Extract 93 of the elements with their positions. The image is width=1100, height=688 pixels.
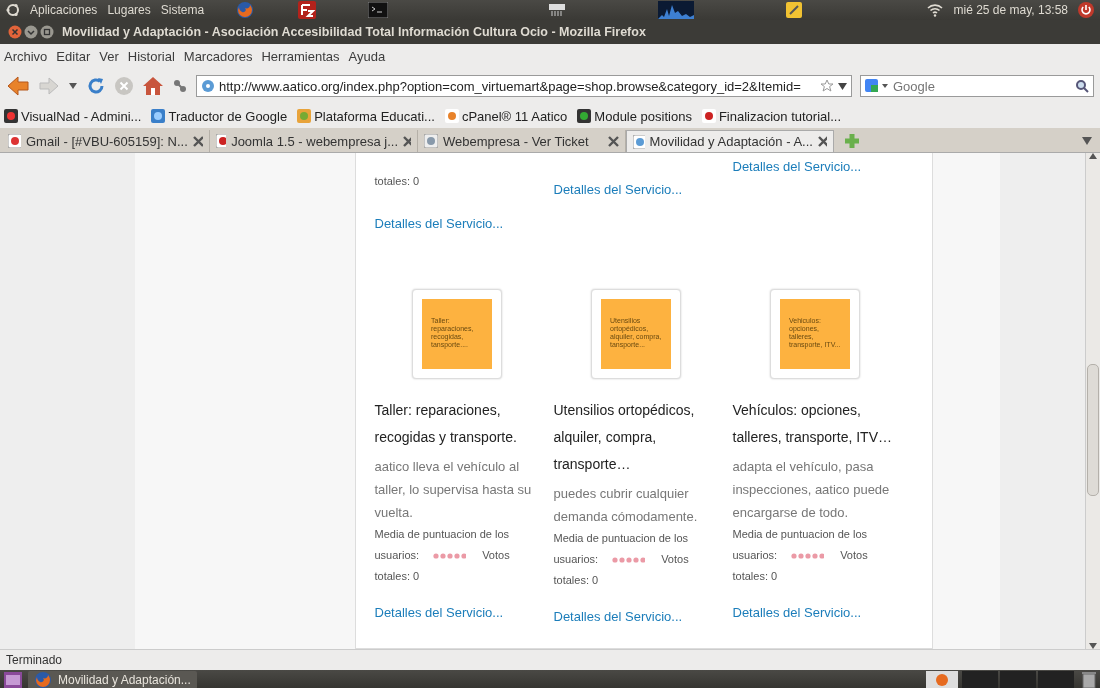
product-title: Utensilios ortopédicos, alquiler, compra, transporte… [553,401,696,474]
maximize-icon[interactable] [40,25,54,39]
votes-total: totales: 0 [732,569,778,584]
bookmark-favicon-icon [4,109,18,123]
votes-total: totales: 0 [374,174,420,189]
bookmark[interactable]: Finalizacion tutorial... [701,108,842,124]
rating-label: usuarios: [374,548,420,563]
reload-icon[interactable] [86,76,106,96]
search-box[interactable]: Google [860,75,1094,97]
rating-label: Media de puntuacion de los [553,531,689,546]
menu-item[interactable]: Archivo [4,48,48,64]
tab-favicon-icon [633,134,645,149]
system-monitor-icon[interactable] [658,1,695,19]
terminal-launcher-icon[interactable] [368,2,389,18]
dropdown-icon[interactable] [838,82,847,90]
product-description: adapta el vehículo, pasa inspecciones, aatico puede encargarse de todo. [732,458,891,522]
search-icon[interactable] [1075,79,1089,93]
close-tab-icon[interactable] [817,136,827,147]
bookmark[interactable]: Module positions [577,108,692,124]
tab-favicon-icon [216,134,227,148]
votes-label: Votos [661,552,689,567]
service-details-link[interactable]: Detalles del Servicio... [732,605,862,620]
molecule-icon[interactable] [172,78,188,94]
rating-label: Media de puntuacion de los [374,527,510,542]
notes-icon[interactable] [786,2,803,18]
close-tab-icon[interactable] [403,135,411,147]
panel-menu[interactable]: Lugares [107,3,151,17]
service-details-link[interactable]: Detalles del Servicio... [374,216,504,231]
menu-item[interactable]: Editar [56,48,91,64]
bookmark-star-icon[interactable] [820,79,834,93]
back-arrow-icon[interactable] [6,75,30,97]
close-tab-icon[interactable] [608,135,619,147]
panel-menu[interactable]: Sistema [160,3,205,17]
product-title: Vehículos: opciones, talleres, transporte, ITV… [732,401,893,447]
service-details-link[interactable]: Detalles del Servicio... [374,605,504,620]
status-text: Terminado [6,653,63,667]
history-dropdown-icon[interactable] [68,82,78,90]
bookmark[interactable]: Traductor de Google [151,108,288,124]
workspace-switcher-icon[interactable] [926,671,1076,688]
window-title: Movilidad y Adaptación - Asociación Accesibilidad Total Información Cultura Ocio - Mozilla Firefox [62,25,646,39]
power-icon[interactable] [1078,2,1094,18]
rating-dots-icon [612,556,646,563]
bookmark[interactable]: cPanel® 11 Aatico [444,108,568,124]
menu-item[interactable]: Historial [127,48,175,64]
ubuntu-logo-icon[interactable] [6,3,20,17]
rating-dots-icon [433,552,467,559]
rating-label: usuarios: [732,548,778,563]
minimize-icon[interactable] [24,25,38,39]
service-details-link[interactable]: Detalles del Servicio... [553,182,683,197]
trash-icon[interactable] [1082,671,1096,688]
tab-favicon-icon [8,134,21,148]
votes-label: Votos [482,548,510,563]
taskbar-window-button[interactable]: Movilidad y Adaptación... [28,671,197,688]
firefox-launcher-icon[interactable] [236,1,255,19]
product-title: Taller: reparaciones, recogidas y transporte. [374,401,518,447]
home-icon[interactable] [142,76,164,96]
tab-list-icon[interactable] [1082,137,1092,145]
rating-label: usuarios: [553,552,599,567]
wifi-icon[interactable] [927,3,944,17]
drive-icon[interactable] [548,2,567,18]
close-icon[interactable] [8,25,22,39]
browser-tab[interactable]: Movilidad y Adaptación - A... [626,130,834,152]
rating-label: Media de puntuacion de los [732,527,868,542]
product-description: puedes cubrir cualquier demanda cómodamente. [553,485,699,526]
votes-label: Votos [840,548,868,563]
clock[interactable]: mié 25 de may, 13:58 [953,3,1068,17]
scroll-thumb[interactable] [1087,364,1099,496]
bookmark-favicon-icon [444,109,459,123]
rating-dots-icon [791,552,825,559]
menu-item[interactable]: Ayuda [348,48,386,64]
bookmark[interactable]: VisualNad - Admini... [4,108,142,124]
votes-total: totales: 0 [553,573,599,588]
bookmark[interactable]: Plataforma Educati... [297,108,435,124]
filezilla-launcher-icon[interactable] [298,1,317,19]
site-favicon-icon [201,79,215,93]
show-desktop-icon[interactable] [4,672,22,688]
service-details-link[interactable]: Detalles del Servicio... [732,159,862,174]
menu-item[interactable]: Marcadores [183,48,253,64]
product-description: aatico lleva el vehículo al taller, lo supervisa hasta su vuelta. [374,458,533,522]
address-field[interactable]: http://www.aatico.org/index.php?option=com_virtuemart&page=shop.browse&category_id=2&Itemid= [196,75,852,97]
bookmark-favicon-icon [577,109,592,123]
menu-item[interactable]: Herramientas [261,48,340,64]
panel-menu[interactable]: Aplicaciones [30,3,98,17]
bookmark-favicon-icon [151,109,166,123]
menu-item[interactable]: Ver [99,48,119,64]
google-icon[interactable] [865,79,889,93]
bookmark-favicon-icon [297,109,312,123]
service-details-link[interactable]: Detalles del Servicio... [553,609,683,624]
bookmark-favicon-icon [701,109,716,123]
close-tab-icon[interactable] [192,135,203,147]
votes-total: totales: 0 [374,569,420,584]
tab-favicon-icon [424,134,438,148]
scrollbar[interactable] [1085,153,1100,649]
